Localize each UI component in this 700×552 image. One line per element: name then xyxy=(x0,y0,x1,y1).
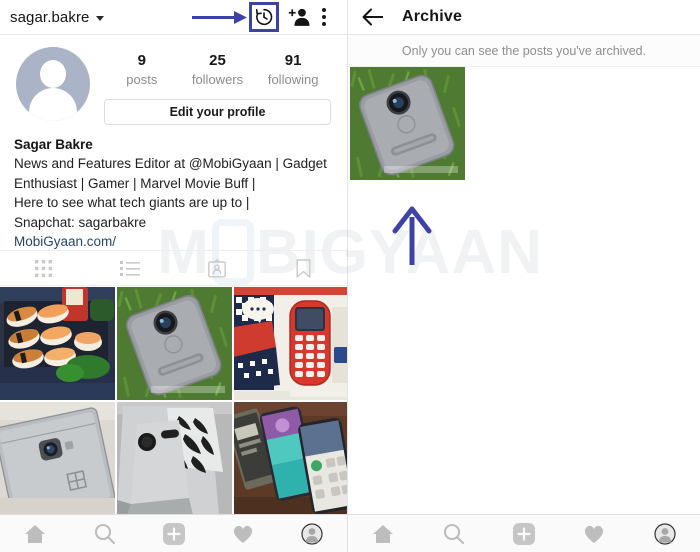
bio-display-name: Sagar Bakre xyxy=(14,137,93,152)
search-icon xyxy=(94,523,115,544)
plus-square-icon xyxy=(513,522,536,545)
archived-posts-grid xyxy=(348,67,700,180)
plus-square-icon xyxy=(162,522,185,545)
stat-followers-label: followers xyxy=(191,72,244,87)
stat-posts-label: posts xyxy=(126,72,158,87)
archive-title: Archive xyxy=(402,8,463,25)
right-arrow-annotation-icon xyxy=(192,11,247,24)
list-icon xyxy=(120,261,141,276)
edit-profile-button[interactable]: Edit your profile xyxy=(104,99,331,125)
nav-home-right[interactable] xyxy=(348,524,418,544)
bio-line-1: News and Features Editor at @MobiGyaan |… xyxy=(14,156,327,171)
nav-activity-right[interactable] xyxy=(559,524,629,544)
search-icon xyxy=(444,523,465,544)
profile-header: 9 posts 25 followers 91 following Edit y… xyxy=(0,35,347,125)
sushi-platter-photo xyxy=(0,287,115,400)
profile-bio: Sagar Bakre News and Features Editor at … xyxy=(0,125,347,252)
grid-post-4[interactable] xyxy=(117,402,232,515)
archive-topbar: Archive xyxy=(348,0,700,35)
tab-saved[interactable] xyxy=(260,251,347,285)
bio-line-3: Here to see what tech giants are up to | xyxy=(14,195,250,210)
stats-row: 9 posts 25 followers 91 following xyxy=(104,47,331,89)
stat-following-count: 91 xyxy=(284,52,302,69)
tab-grid[interactable] xyxy=(0,251,87,285)
history-clock-icon[interactable] xyxy=(254,7,274,27)
nav-search[interactable] xyxy=(69,523,138,544)
grid-post-1[interactable] xyxy=(117,287,232,400)
moto-phone-on-grass-archived-photo xyxy=(350,67,465,180)
profile-topbar: sagar.bakre xyxy=(0,0,347,35)
default-avatar-icon[interactable] xyxy=(16,47,90,121)
bio-line-2: Enthusiast | Gamer | Marvel Movie Buff | xyxy=(14,175,256,191)
username-label[interactable]: sagar.bakre xyxy=(10,9,89,26)
archive-note: Only you can see the posts you've archiv… xyxy=(348,35,700,67)
heart-icon xyxy=(233,525,253,543)
dot-1 xyxy=(322,8,326,12)
more-vertical-icon[interactable] xyxy=(322,8,327,27)
profile-stats-area: 9 posts 25 followers 91 following Edit y… xyxy=(90,47,335,125)
nokia-3310-box-photo xyxy=(234,287,349,400)
bio-website-link[interactable]: MobiGyaan.com/ xyxy=(14,232,335,252)
panel-divider xyxy=(347,0,348,552)
grid-post-5[interactable] xyxy=(234,402,349,515)
dot-3 xyxy=(322,22,326,26)
bio-line-4: Snapchat: sagarbakre xyxy=(14,214,147,230)
home-icon xyxy=(24,524,45,543)
stat-followers-count: 25 xyxy=(209,52,226,69)
bottom-nav-left xyxy=(0,514,347,552)
up-arrow-annotation-icon xyxy=(392,206,432,265)
stat-posts[interactable]: 9 posts xyxy=(111,51,173,89)
archive-panel: Archive Only you can see the posts you'v… xyxy=(348,0,700,552)
nav-profile-right[interactable] xyxy=(630,522,700,545)
grid-post-2[interactable] xyxy=(234,287,349,400)
tab-list[interactable] xyxy=(87,251,174,285)
three-phones-on-table-photo xyxy=(234,402,349,515)
avatar-head xyxy=(40,60,66,88)
stat-followers[interactable]: 25 followers xyxy=(186,51,248,89)
profile-tabbar xyxy=(0,250,347,286)
back-arrow-icon[interactable] xyxy=(362,8,384,26)
bookmark-icon xyxy=(296,258,311,278)
home-icon xyxy=(373,524,394,543)
grid-post-0[interactable] xyxy=(0,287,115,400)
nav-profile[interactable] xyxy=(278,522,347,545)
posts-grid xyxy=(0,287,349,515)
stat-following[interactable]: 91 following xyxy=(262,51,324,89)
stat-following-label: following xyxy=(267,72,319,87)
stat-posts-count: 9 xyxy=(137,52,146,69)
heart-icon xyxy=(585,525,604,543)
chevron-down-icon[interactable] xyxy=(96,15,105,21)
nav-add-right[interactable] xyxy=(489,522,559,545)
sony-xperia-phone-photo xyxy=(117,402,232,515)
tab-tagged[interactable] xyxy=(174,251,261,285)
profile-panel: sagar.bakre 9 posts 25 followers 91 foll… xyxy=(0,0,349,552)
profile-avatar-icon xyxy=(301,522,323,545)
dot-2 xyxy=(322,15,326,19)
avatar-body xyxy=(29,88,77,121)
grid-post-3[interactable] xyxy=(0,402,115,515)
nav-add[interactable] xyxy=(139,522,208,545)
moto-phone-on-grass-photo xyxy=(117,287,232,400)
screenshot-root: M BIGYAAN sagar.bakre xyxy=(0,0,700,552)
oneplus-phone-back-photo xyxy=(0,402,115,515)
nav-activity[interactable] xyxy=(208,524,277,544)
grid-icon xyxy=(34,259,52,277)
archived-post-0[interactable] xyxy=(350,67,465,180)
add-person-icon[interactable] xyxy=(288,7,310,27)
profile-avatar-icon xyxy=(654,522,676,545)
tagged-person-icon xyxy=(207,258,226,278)
nav-home[interactable] xyxy=(0,524,69,544)
bottom-nav-right xyxy=(348,514,700,552)
nav-search-right[interactable] xyxy=(418,523,488,544)
